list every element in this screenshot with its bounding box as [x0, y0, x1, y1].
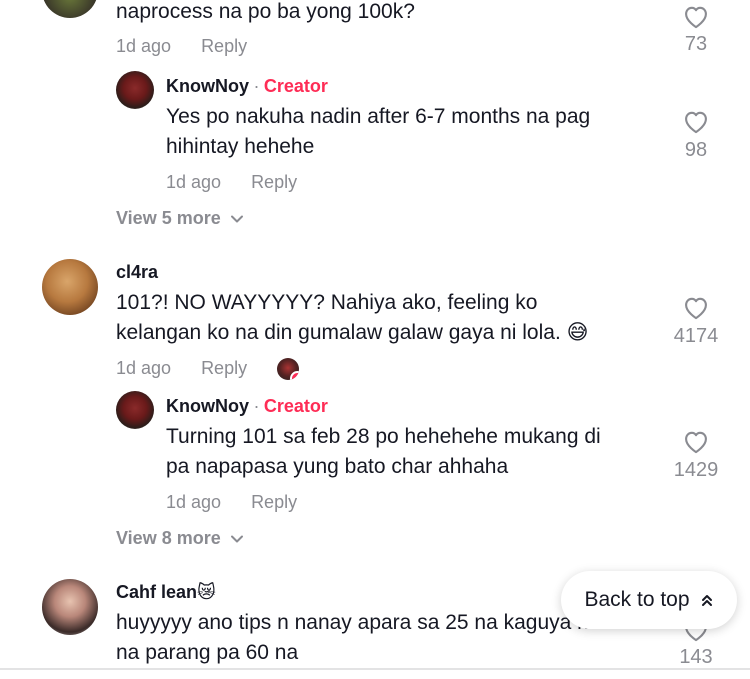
- reply-meta: 1d ago Reply: [166, 172, 297, 193]
- username[interactable]: Cahf lean😿: [116, 582, 216, 603]
- comment-time: 1d ago: [116, 36, 172, 56]
- reply-time: 1d ago: [166, 492, 222, 512]
- reply-meta: 1d ago Reply: [166, 492, 297, 513]
- like-button[interactable]: [682, 108, 710, 134]
- like-count: 4174: [673, 325, 719, 347]
- divider: [0, 668, 750, 670]
- creator-badge: Creator: [263, 76, 328, 96]
- username[interactable]: KnowNoy: [166, 396, 249, 416]
- reply-button[interactable]: Reply: [251, 492, 297, 512]
- comment-text: 101?! NO WAYYYYY? Nahiya ako, feeling ko…: [116, 291, 589, 344]
- avatar[interactable]: [42, 259, 98, 315]
- like-button[interactable]: [682, 428, 710, 454]
- like-count: 73: [684, 33, 708, 55]
- reply-text: Yes po nakuha nadin after 6-7 months na …: [166, 105, 591, 158]
- like-count: 98: [684, 139, 708, 161]
- heart-outline-icon: [685, 111, 707, 134]
- like-button[interactable]: [682, 3, 710, 29]
- chevron-down-icon: [230, 215, 243, 223]
- back-to-top-button[interactable]: Back to top: [561, 571, 737, 629]
- comment-text: naprocess na po ba yong 100k?: [116, 0, 415, 23]
- avatar[interactable]: [42, 0, 98, 18]
- comment-meta: 1d ago Reply: [116, 36, 247, 57]
- avatar[interactable]: [116, 71, 154, 109]
- chevron-down-icon: [230, 535, 243, 543]
- avatar[interactable]: [42, 579, 98, 635]
- reply-button[interactable]: Reply: [251, 172, 297, 192]
- comment-meta: 1d ago Reply: [116, 358, 247, 379]
- like-count: 1429: [673, 459, 719, 481]
- like-count: 143: [679, 646, 713, 668]
- reply-button[interactable]: Reply: [201, 358, 247, 378]
- back-to-top-label: Back to top: [584, 588, 690, 611]
- creator-liked-avatar: [277, 358, 299, 380]
- view-more-replies[interactable]: View 5 more: [116, 208, 244, 229]
- creator-heart-badge: [290, 371, 299, 380]
- double-chevron-up-icon: [701, 595, 712, 606]
- heart-outline-icon: [685, 431, 707, 454]
- heart-outline-icon: [685, 6, 707, 29]
- username[interactable]: KnowNoy: [166, 76, 249, 96]
- reply-text: Turning 101 sa feb 28 po hehehehe mukang…: [166, 425, 601, 478]
- heart-outline-icon: [685, 297, 707, 320]
- separator: ·: [253, 396, 260, 416]
- creator-badge: Creator: [263, 396, 328, 416]
- reply-button[interactable]: Reply: [201, 36, 247, 56]
- separator: ·: [253, 76, 260, 96]
- view-more-replies[interactable]: View 8 more: [116, 528, 244, 549]
- reply-header: KnowNoy · Creator: [166, 396, 328, 417]
- reply-header: KnowNoy · Creator: [166, 76, 328, 97]
- like-button[interactable]: [682, 294, 710, 320]
- reply-time: 1d ago: [166, 172, 222, 192]
- comment-text: huyyyyy ano tips n nanay apara sa 25 na …: [116, 611, 600, 664]
- comment-time: 1d ago: [116, 358, 172, 378]
- avatar[interactable]: [116, 391, 154, 429]
- username[interactable]: cl4ra: [116, 262, 158, 283]
